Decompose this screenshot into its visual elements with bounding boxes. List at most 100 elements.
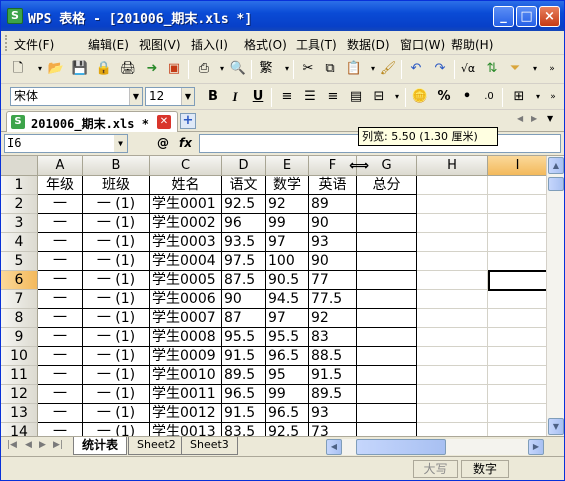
scroll-thumb[interactable]	[548, 177, 564, 191]
align-center-icon[interactable]: ☰	[300, 88, 320, 106]
table-cell[interactable]: 一 (1)	[83, 252, 150, 271]
table-cell[interactable]: 一 (1)	[83, 328, 150, 347]
table-cell[interactable]: 90.5	[266, 271, 309, 290]
table-cell[interactable]: 一 (1)	[83, 423, 150, 436]
table-cell[interactable]: 91.5	[222, 404, 266, 423]
permissions-icon[interactable]: 🔒	[95, 60, 113, 78]
row-header-3[interactable]: 3	[1, 214, 38, 233]
row-header-8[interactable]: 8	[1, 309, 38, 328]
table-cell[interactable]: 73	[309, 423, 357, 436]
underline-button[interactable]: U	[248, 88, 268, 106]
table-cell[interactable]: 91.5	[309, 366, 357, 385]
toolbar-grip[interactable]	[5, 35, 9, 51]
table-cell[interactable]: 一 (1)	[83, 404, 150, 423]
table-cell[interactable]	[357, 252, 417, 271]
menu-view[interactable]: 视图(V)	[139, 36, 181, 53]
column-header-c[interactable]: C	[150, 156, 222, 176]
menu-help[interactable]: 帮助(H)	[451, 36, 493, 53]
table-cell[interactable]: 学生0002	[150, 214, 222, 233]
menu-insert[interactable]: 插入(I)	[191, 36, 228, 53]
borders-icon[interactable]: ⊞	[509, 88, 529, 106]
function-icon[interactable]: √α	[459, 60, 477, 78]
table-cell[interactable]: 97	[266, 309, 309, 328]
table-cell[interactable]: 一	[38, 233, 83, 252]
table-cell[interactable]: 学生0003	[150, 233, 222, 252]
new-document-icon[interactable]: 🗋	[9, 60, 27, 78]
align-right-icon[interactable]: ≡	[323, 88, 343, 106]
bold-button[interactable]: B	[203, 88, 223, 106]
table-cell[interactable]: 一 (1)	[83, 233, 150, 252]
toolbar-overflow-icon[interactable]: »	[543, 88, 563, 106]
table-cell[interactable]: 89.5	[222, 366, 266, 385]
horizontal-scroll-thumb[interactable]	[356, 439, 446, 455]
menu-data[interactable]: 数据(D)	[347, 36, 390, 53]
table-cell[interactable]	[357, 271, 417, 290]
table-cell[interactable]: 97	[266, 233, 309, 252]
table-cell[interactable]: 95.5	[222, 328, 266, 347]
last-sheet-icon[interactable]: ▶|	[53, 440, 63, 450]
copy-icon[interactable]: ⧉	[321, 60, 339, 78]
table-cell[interactable]: 87.5	[222, 271, 266, 290]
select-all-corner[interactable]	[1, 156, 38, 176]
column-header-i[interactable]: I	[488, 156, 546, 176]
table-cell[interactable]: 92.5	[266, 423, 309, 436]
table-cell[interactable]: 92	[309, 309, 357, 328]
table-cell[interactable]: 一 (1)	[83, 347, 150, 366]
table-cell[interactable]: 一 (1)	[83, 290, 150, 309]
sheet-tab-sheet2[interactable]: Sheet2	[128, 437, 185, 455]
table-cell[interactable]: 92.5	[222, 195, 266, 214]
header-cell[interactable]: 数学	[266, 176, 309, 195]
table-cell[interactable]: 91.5	[222, 347, 266, 366]
table-cell[interactable]: 96.5	[266, 347, 309, 366]
table-cell[interactable]: 94.5	[266, 290, 309, 309]
table-cell[interactable]: 96.5	[222, 385, 266, 404]
table-cell[interactable]: 96.5	[266, 404, 309, 423]
table-cell[interactable]	[357, 195, 417, 214]
column-header-d[interactable]: D	[222, 156, 266, 176]
table-cell[interactable]: 83.5	[222, 423, 266, 436]
table-cell[interactable]	[357, 290, 417, 309]
column-header-a[interactable]: A	[38, 156, 83, 176]
table-cell[interactable]: 一	[38, 309, 83, 328]
menu-format[interactable]: 格式(O)	[244, 36, 287, 53]
row-header-11[interactable]: 11	[1, 366, 38, 385]
print-preview-icon[interactable]: 🖨	[119, 60, 137, 78]
table-cell[interactable]: 一	[38, 347, 83, 366]
table-cell[interactable]: 学生0013	[150, 423, 222, 436]
table-cell[interactable]	[357, 423, 417, 436]
thousands-separator-button[interactable]: •	[457, 88, 477, 106]
column-header-b[interactable]: B	[83, 156, 150, 176]
redo-icon[interactable]: ↷	[431, 60, 449, 78]
row-header-5[interactable]: 5	[1, 252, 38, 271]
row-header-1[interactable]: 1	[1, 176, 38, 195]
header-cell[interactable]: 年级	[38, 176, 83, 195]
table-cell[interactable]	[357, 366, 417, 385]
table-cell[interactable]: 93	[309, 233, 357, 252]
chevron-down-icon[interactable]: ▼	[114, 135, 127, 152]
paste-icon[interactable]: 📋	[345, 60, 363, 78]
insert-function-button[interactable]: fx	[179, 136, 192, 150]
merge-center-icon[interactable]: ⊟	[369, 88, 389, 106]
table-cell[interactable]	[357, 309, 417, 328]
table-cell[interactable]	[357, 214, 417, 233]
table-cell[interactable]: 一 (1)	[83, 385, 150, 404]
close-tab-icon[interactable]: ✕	[157, 115, 171, 129]
header-cell[interactable]: 姓名	[150, 176, 222, 195]
table-cell[interactable]	[357, 385, 417, 404]
row-header-14[interactable]: 14	[1, 423, 38, 436]
table-cell[interactable]: 学生0006	[150, 290, 222, 309]
table-cell[interactable]: 89	[309, 195, 357, 214]
filter-icon[interactable]: ⏷	[506, 60, 524, 78]
justify-icon[interactable]: ▤	[346, 88, 366, 106]
row-header-13[interactable]: 13	[1, 404, 38, 423]
row-header-12[interactable]: 12	[1, 385, 38, 404]
table-cell[interactable]: 一	[38, 404, 83, 423]
filter-dropdown-icon[interactable]: ▾	[526, 60, 544, 78]
table-cell[interactable]: 一	[38, 252, 83, 271]
italic-button[interactable]: I	[225, 88, 245, 106]
table-cell[interactable]	[357, 347, 417, 366]
table-cell[interactable]: 95.5	[266, 328, 309, 347]
sort-icon[interactable]: ⇅	[483, 60, 501, 78]
table-cell[interactable]	[357, 404, 417, 423]
table-cell[interactable]: 97.5	[222, 252, 266, 271]
